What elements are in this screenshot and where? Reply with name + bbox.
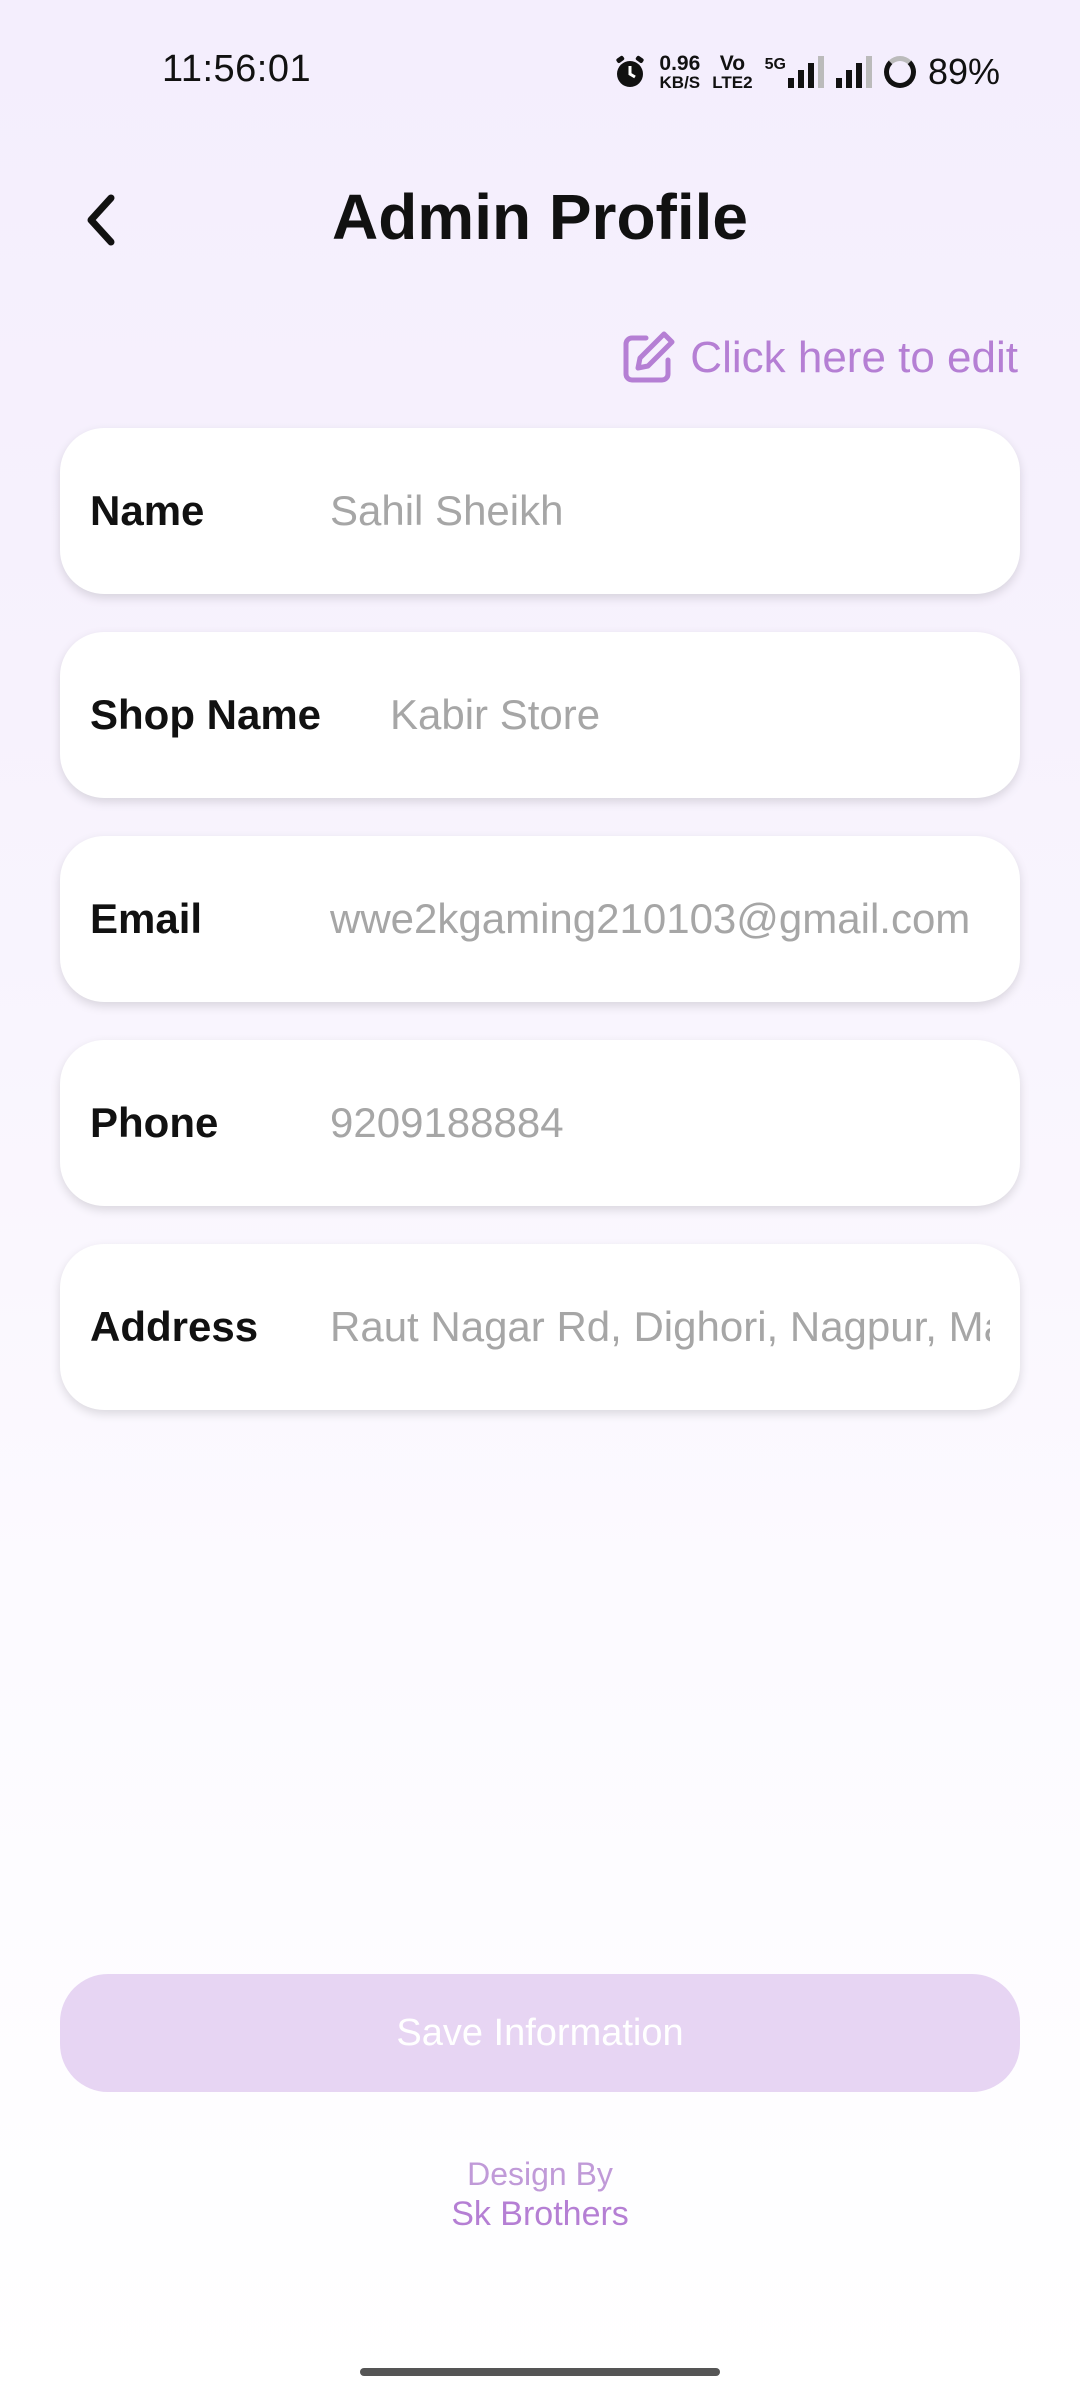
field-label: Address [90,1303,259,1350]
volte-icon: Vo LTE2 [712,52,753,92]
page-title: Admin Profile [331,181,749,253]
status-bar: 11:56:01 0.96 KB/S Vo LTE2 5G 89% [0,0,1080,140]
credits-company: Sk Brothers [451,2195,629,2233]
status-icons: 0.96 KB/S Vo LTE2 5G 89% [613,48,1000,96]
edit-icon [623,331,675,383]
shop-name-value[interactable]: Kabir Store [390,691,990,739]
home-indicator[interactable] [360,2368,720,2376]
shop-name-field[interactable]: Shop Name Kabir Store [60,632,1020,798]
address-value[interactable]: Raut Nagar Rd, Dighori, Nagpur, Ma [330,1303,990,1351]
phone-field[interactable]: Phone 9209188884 [60,1040,1020,1206]
status-time: 11:56:01 [162,48,312,90]
edit-link[interactable]: Click here to edit [620,330,1018,386]
signal-icon [835,56,872,88]
address-field[interactable]: Address Raut Nagar Rd, Dighori, Nagpur, … [60,1244,1020,1410]
save-information-button[interactable]: Save Information [60,1974,1020,2092]
field-label: Email [90,895,203,942]
net-speed: 0.96 KB/S [659,52,701,92]
field-label: Shop Name [90,691,322,738]
credits: Design By Sk Brothers [0,2154,1080,2234]
signal-5g-icon: 5G [765,56,824,88]
email-value[interactable]: wwe2kgaming210103@gmail.com [330,895,990,943]
battery-level: 89% [927,51,1000,92]
alarm-icon [616,55,645,87]
email-field[interactable]: Email wwe2kgaming210103@gmail.com [60,836,1020,1002]
phone-value[interactable]: 9209188884 [330,1099,990,1147]
edit-link-label: Click here to edit [690,333,1018,382]
name-field[interactable]: Name Sahil Sheikh [60,428,1020,594]
battery-icon [883,56,916,88]
name-value[interactable]: Sahil Sheikh [330,487,990,535]
credits-design-by: Design By [467,2156,613,2192]
field-label: Name [90,487,205,534]
field-label: Phone [90,1099,219,1146]
